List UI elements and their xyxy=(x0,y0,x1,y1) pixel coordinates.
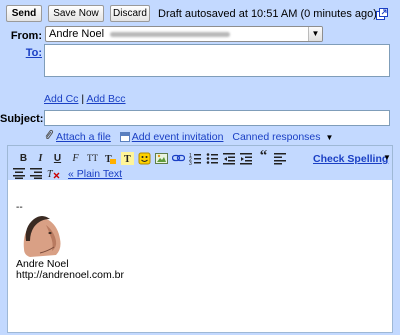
bold-button[interactable]: B xyxy=(17,152,30,165)
from-select[interactable]: Andre Noel ▼ xyxy=(45,26,323,42)
align-center-icon[interactable] xyxy=(13,168,26,179)
compose-window: Send Save Now Discard Draft autosaved at… xyxy=(0,0,400,335)
chevron-down-icon[interactable]: ▼ xyxy=(308,27,322,41)
send-button[interactable]: Send xyxy=(6,5,42,22)
align-right-icon[interactable] xyxy=(30,168,43,179)
check-spelling-link[interactable]: Check Spelling xyxy=(313,153,388,165)
save-now-button[interactable]: Save Now xyxy=(48,5,104,22)
popout-window-icon[interactable] xyxy=(376,8,388,20)
signature-url: http://andrenoel.com.br xyxy=(16,269,124,281)
canned-responses-menu[interactable]: Canned responses xyxy=(232,131,320,143)
formatting-toolbar: B I U F TT T T 1 2 3 “ Check Spelling ▼ … xyxy=(8,146,392,180)
insert-image-icon[interactable] xyxy=(155,152,168,165)
numbered-list-icon[interactable]: 1 2 3 xyxy=(189,152,202,165)
align-left-icon[interactable] xyxy=(274,152,287,165)
to-input[interactable] xyxy=(44,44,390,77)
font-size-button[interactable]: TT xyxy=(86,152,99,165)
avatar xyxy=(20,211,64,257)
add-cc-link[interactable]: Add Cc xyxy=(44,93,78,105)
cc-bcc-separator: | xyxy=(81,93,85,105)
message-editor: B I U F TT T T 1 2 3 “ Check Spelling ▼ … xyxy=(7,145,393,333)
add-bcc-link[interactable]: Add Bcc xyxy=(86,93,125,105)
quote-icon[interactable]: “ xyxy=(257,149,270,164)
link-icon[interactable] xyxy=(172,152,185,165)
font-button[interactable]: F xyxy=(69,152,82,165)
subject-input[interactable] xyxy=(44,110,390,126)
plain-text-link[interactable]: « Plain Text xyxy=(68,168,122,180)
indent-less-icon[interactable] xyxy=(223,152,236,165)
paperclip-icon xyxy=(45,129,54,140)
message-body[interactable]: -- Andre Noel http://andrenoel.com.br xyxy=(8,181,392,332)
caret-down-icon[interactable]: ▼ xyxy=(325,133,333,142)
subject-label: Subject: xyxy=(0,113,44,125)
indent-more-icon[interactable] xyxy=(240,152,253,165)
underline-button[interactable]: U xyxy=(51,152,64,165)
text-color-icon[interactable]: T xyxy=(104,152,117,165)
attach-row: Attach a file Add event invitation Canne… xyxy=(44,129,333,143)
remove-formatting-icon[interactable]: T xyxy=(47,168,60,179)
add-event-invitation-link[interactable]: Add event invitation xyxy=(132,131,224,143)
cc-bcc-links: Add Cc | Add Bcc xyxy=(44,93,126,105)
from-value: Andre Noel xyxy=(49,28,105,40)
caret-down-icon[interactable]: ▼ xyxy=(383,153,391,162)
redacted-email xyxy=(110,31,231,37)
attach-file-link[interactable]: Attach a file xyxy=(56,131,111,143)
italic-button[interactable]: I xyxy=(34,152,47,165)
to-label-link[interactable]: To: xyxy=(0,47,42,59)
from-label: From: xyxy=(10,30,42,42)
svg-text:T: T xyxy=(124,154,131,165)
emoticon-icon[interactable] xyxy=(138,152,151,165)
svg-text:3: 3 xyxy=(189,161,192,165)
discard-button[interactable]: Discard xyxy=(110,5,150,22)
bulleted-list-icon[interactable] xyxy=(206,152,219,165)
highlight-color-icon[interactable]: T xyxy=(121,152,134,165)
calendar-icon xyxy=(119,132,130,143)
svg-text:T: T xyxy=(47,169,54,179)
draft-status: Draft autosaved at 10:51 AM (0 minutes a… xyxy=(158,8,377,20)
